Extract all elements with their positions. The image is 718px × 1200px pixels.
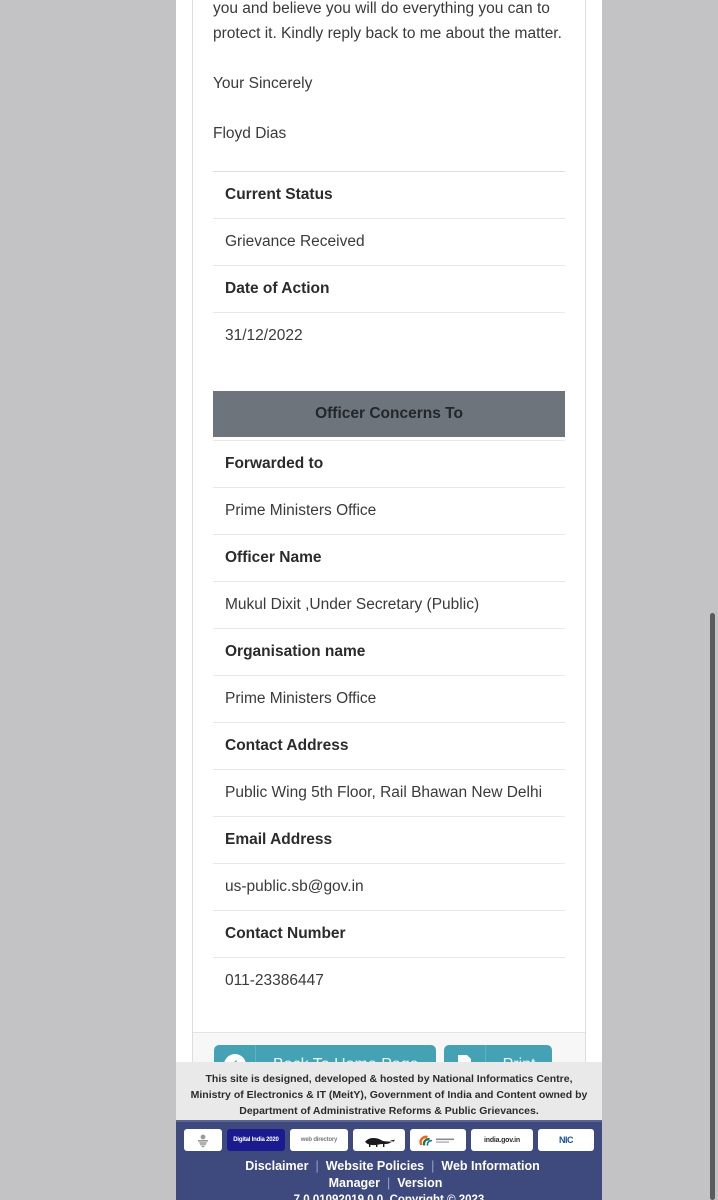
- table-row: Officer Name: [213, 534, 565, 582]
- table-row: Organisation name: [213, 628, 565, 676]
- officer-body: Forwarded to Prime Ministers Office Offi…: [193, 440, 585, 1032]
- table-row: Prime Ministers Office: [213, 487, 565, 535]
- status-value-current-status: Grievance Received: [213, 218, 565, 266]
- table-row: Date of Action: [213, 265, 565, 313]
- table-row: Mukul Dixit ,Under Secretary (Public): [213, 581, 565, 629]
- grievance-letter-text: you and believe you will do everything y…: [213, 0, 565, 146]
- footer-link-website-policies[interactable]: Website Policies: [319, 1159, 431, 1173]
- officer-key-officer-name: Officer Name: [213, 534, 565, 582]
- officer-value-officer-name: Mukul Dixit ,Under Secretary (Public): [213, 581, 565, 629]
- letter-paragraph: you and believe you will do everything y…: [213, 0, 562, 42]
- make-in-india-logo[interactable]: [353, 1129, 405, 1151]
- site-credit-text: This site is designed, developed & hoste…: [176, 1062, 602, 1127]
- officer-key-forwarded-to: Forwarded to: [213, 440, 565, 488]
- officer-value-forwarded-to: Prime Ministers Office: [213, 487, 565, 535]
- digital-india-logo-text: Digital India 2020: [233, 1137, 279, 1143]
- officer-key-email-address: Email Address: [213, 816, 565, 864]
- panel-body: you and believe you will do everything y…: [193, 0, 585, 387]
- officer-value-contact-address: Public Wing 5th Floor, Rail Bhawan New D…: [213, 769, 565, 817]
- officer-value-organisation-name: Prime Ministers Office: [213, 675, 565, 723]
- vertical-scrollbar[interactable]: [710, 613, 715, 1200]
- status-table: Current Status Grievance Received Date o…: [213, 171, 565, 359]
- table-row: Email Address: [213, 816, 565, 864]
- status-value-date-of-action: 31/12/2022: [213, 312, 565, 359]
- footer-link-version[interactable]: Version: [390, 1176, 449, 1190]
- footer-link-row: Disclaimer | Website Policies | Web Informat…: [182, 1158, 596, 1192]
- table-row: Forwarded to: [213, 440, 565, 488]
- table-row: 011-23386447: [213, 957, 565, 1004]
- page-root: you and believe you will do everything y…: [0, 0, 718, 1200]
- grievance-detail-panel: you and believe you will do everything y…: [192, 0, 586, 1098]
- officer-concerns-banner: Officer Concerns To: [213, 391, 565, 437]
- letter-signoff: Your Sincerely: [213, 75, 313, 92]
- india-gov-in-logo-text: india.gov.in: [484, 1136, 520, 1144]
- page-column: you and believe you will do everything y…: [176, 0, 602, 1200]
- status-key-current-status: Current Status: [213, 171, 565, 219]
- nic-logo-text: NIC: [559, 1135, 574, 1145]
- officer-key-organisation-name: Organisation name: [213, 628, 565, 676]
- table-row: us-public.sb@gov.in: [213, 863, 565, 911]
- azadi-amrit-mahotsav-logo[interactable]: [410, 1129, 466, 1151]
- web-directory-logo[interactable]: web directory: [290, 1129, 348, 1151]
- letter-signature: Floyd Dias: [213, 125, 287, 142]
- table-row: Contact Number: [213, 910, 565, 958]
- footer-link-disclaimer[interactable]: Disclaimer: [238, 1159, 315, 1173]
- table-row: Contact Address: [213, 722, 565, 770]
- table-row: Prime Ministers Office: [213, 675, 565, 723]
- footer-version-line: 7.0.01092019.0.0, Copyright © 2023: [293, 1194, 485, 1200]
- officer-key-contact-number: Contact Number: [213, 910, 565, 958]
- footer-logo-row: Digital India 2020 web directory india.g…: [182, 1129, 596, 1151]
- officer-table: Forwarded to Prime Ministers Office Offi…: [213, 440, 565, 1004]
- site-footer: Digital India 2020 web directory india.g…: [176, 1120, 602, 1200]
- table-row: Grievance Received: [213, 218, 565, 266]
- nic-logo[interactable]: NIC: [538, 1129, 594, 1151]
- web-directory-logo-text: web directory: [300, 1137, 338, 1143]
- table-row: 31/12/2022: [213, 312, 565, 359]
- table-row: Public Wing 5th Floor, Rail Bhawan New D…: [213, 769, 565, 817]
- officer-value-email-address: us-public.sb@gov.in: [213, 863, 565, 911]
- digital-india-logo[interactable]: Digital India 2020: [227, 1129, 285, 1151]
- status-key-date-of-action: Date of Action: [213, 265, 565, 313]
- officer-key-contact-address: Contact Address: [213, 722, 565, 770]
- india-gov-in-logo[interactable]: india.gov.in: [471, 1129, 533, 1151]
- table-row: Current Status: [213, 171, 565, 219]
- national-emblem-logo[interactable]: [184, 1129, 222, 1151]
- officer-value-contact-number: 011-23386447: [213, 957, 565, 1004]
